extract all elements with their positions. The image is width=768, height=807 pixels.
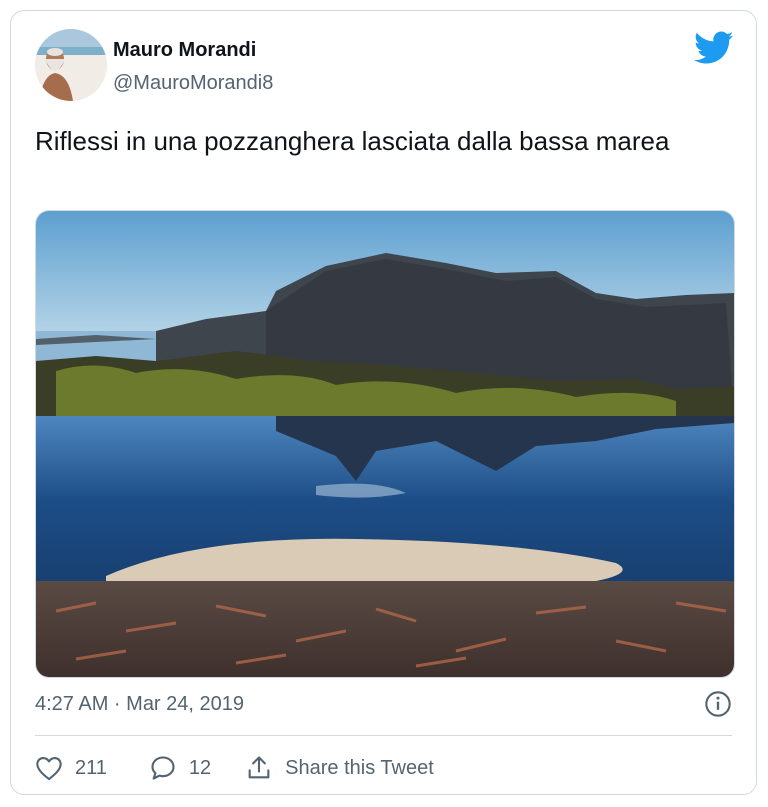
info-icon[interactable] — [704, 690, 732, 718]
heart-icon — [36, 757, 62, 781]
tweet-text: Riflessi in una pozzanghera lasciata dal… — [35, 126, 670, 156]
reply-count: 12 — [188, 756, 212, 779]
action-bar: 211 12 Share this Tweet — [35, 751, 434, 785]
share-upload-icon — [248, 756, 270, 779]
twitter-bird-icon[interactable] — [694, 31, 734, 65]
tweet-card: Mauro Morandi @MauroMorandi8 Riflessi in… — [10, 10, 757, 795]
author-name[interactable]: Mauro Morandi — [113, 39, 256, 62]
speech-bubble-icon — [151, 756, 175, 780]
reply-button[interactable]: 12 — [149, 754, 211, 782]
like-count: 211 — [75, 756, 107, 779]
tweet-photo[interactable] — [35, 210, 735, 678]
avatar-photo — [35, 29, 107, 101]
tweet-timestamp[interactable]: 4:27 AM · Mar 24, 2019 — [35, 693, 244, 716]
like-button[interactable]: 211 — [35, 755, 107, 781]
divider — [35, 735, 732, 736]
avatar[interactable] — [35, 29, 107, 101]
author-handle[interactable]: @MauroMorandi8 — [113, 72, 273, 95]
share-button[interactable]: Share this Tweet — [245, 754, 434, 782]
share-label: Share this Tweet — [285, 756, 434, 779]
tide-pool-photo — [36, 211, 734, 677]
